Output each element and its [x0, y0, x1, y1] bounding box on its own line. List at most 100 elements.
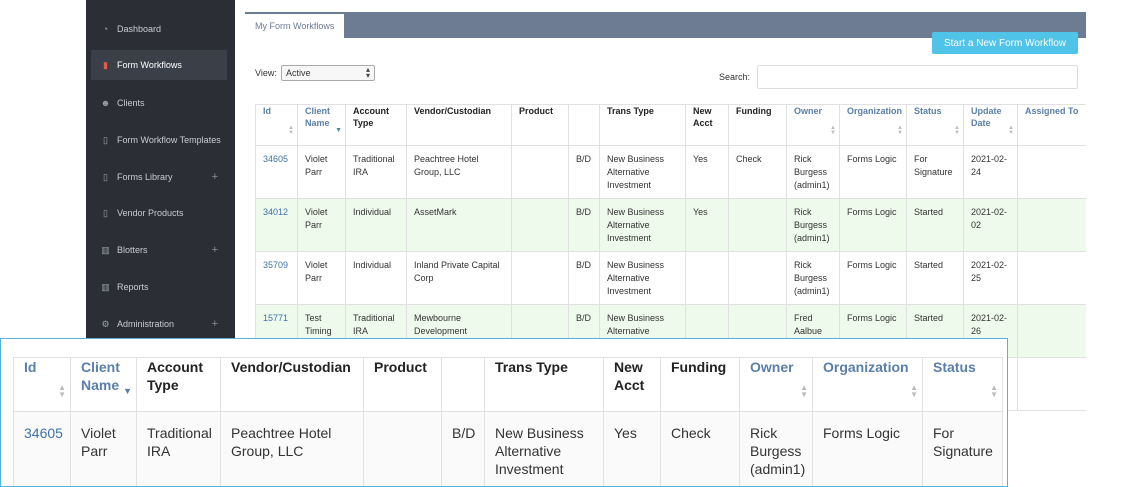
cell-organization: Forms Logic: [839, 145, 907, 199]
cell-product: [363, 411, 442, 486]
cell-status: Started: [906, 251, 964, 305]
cell-update-date: 2021-02-02: [963, 198, 1018, 252]
cell-id[interactable]: 34012: [255, 198, 298, 252]
sidebar-item-label: Dashboard: [117, 24, 162, 34]
cell-id[interactable]: 34605: [255, 145, 298, 199]
sidebar-item-label: Form Workflows: [117, 60, 182, 70]
expand-plus-icon[interactable]: +: [212, 318, 218, 330]
workflow-id-link[interactable]: 34605: [263, 154, 288, 164]
sort-desc-icon: ▼: [123, 386, 132, 396]
column-header-organization[interactable]: Organization ▲ ▼: [839, 104, 907, 146]
sidebar-item-form-workflow-templates[interactable]: ▯ Form Workflow Templates: [91, 125, 227, 155]
workflow-id-link[interactable]: 34012: [263, 207, 288, 217]
column-header-client-name[interactable]: Client Name ▼: [70, 357, 137, 412]
sidebar-item-administration[interactable]: ⚙ Administration +: [91, 309, 227, 339]
workflow-id-link[interactable]: 35709: [263, 260, 288, 270]
cell-account-type: Traditional IRA: [345, 145, 407, 199]
cell-assigned-to: [1017, 145, 1086, 199]
cell-funding: Check: [728, 145, 787, 199]
column-header-owner[interactable]: Owner ▲ ▼: [786, 104, 840, 146]
cell-trans-type: New Business Alternative Investment: [599, 251, 686, 305]
cell-status: Started: [906, 198, 964, 252]
cell-assigned-to: [1017, 251, 1086, 305]
cell-product: [511, 198, 569, 252]
sort-icon: ▲ ▼: [897, 125, 903, 136]
cell-bd: B/D: [568, 251, 600, 305]
select-arrows-icon: ▴ ▾: [365, 65, 370, 80]
column-header-product: Product: [511, 104, 569, 146]
cell-client: Violet Parr: [297, 251, 346, 305]
cell-vendor: Peachtree Hotel Group, LLC: [220, 411, 364, 486]
sidebar-item-forms-library[interactable]: ▯ Forms Library +: [91, 162, 227, 192]
start-new-form-workflow-button[interactable]: Start a New Form Workflow: [932, 32, 1078, 54]
cell-new-acct: Yes: [603, 411, 661, 486]
users-icon: ☻: [100, 98, 111, 108]
sidebar-item-label: Form Workflow Templates: [117, 135, 221, 145]
cell-id[interactable]: 34605: [13, 411, 71, 486]
cell-new-acct: [685, 251, 729, 305]
table-header-row: Id ▲ ▼ Client Name ▼ Account Type Vendor/Cu…: [13, 357, 1003, 412]
column-header-id[interactable]: Id ▲ ▼: [255, 104, 298, 146]
column-header-assigned-to[interactable]: Assigned To: [1017, 104, 1086, 146]
expand-plus-icon[interactable]: +: [212, 244, 218, 256]
sidebar-item-vendor-products[interactable]: ▯ Vendor Products: [91, 198, 227, 228]
view-select-value: Active: [286, 68, 311, 78]
sort-icon: ▲ ▼: [288, 125, 294, 136]
bar-chart-icon: ▥: [101, 281, 110, 292]
sidebar-item-dashboard[interactable]: ◔ Dashboard: [91, 14, 227, 44]
column-header-update-date[interactable]: Update Date ▲ ▼: [963, 104, 1018, 146]
cell-update-date: 2021-02-24: [963, 145, 1018, 199]
column-header-organization[interactable]: Organization ▲ ▼: [812, 357, 923, 412]
cell-assigned-to: [1017, 357, 1086, 411]
column-header-funding: Funding: [728, 104, 787, 146]
column-header-new-acct: New Acct: [685, 104, 729, 146]
table-row[interactable]: 34605 Violet Parr Traditional IRA Peacht…: [255, 145, 1086, 199]
cell-vendor: AssetMark: [406, 198, 512, 252]
cell-vendor: Peachtree Hotel Group, LLC: [406, 145, 512, 199]
sort-icon: ▲ ▼: [910, 383, 918, 399]
column-header-id[interactable]: Id ▲ ▼: [13, 357, 71, 412]
sidebar-item-reports[interactable]: ▥ Reports: [91, 272, 227, 302]
expand-plus-icon[interactable]: +: [212, 171, 218, 183]
sidebar-item-clients[interactable]: ☻ Clients: [91, 88, 227, 118]
bar-chart-icon: ▥: [101, 244, 110, 255]
cell-funding: [728, 198, 787, 252]
column-header-status[interactable]: Status ▲ ▼: [906, 104, 964, 146]
cell-bd: B/D: [441, 411, 485, 486]
cell-organization: Forms Logic: [812, 411, 923, 486]
cell-bd: B/D: [568, 145, 600, 199]
cell-owner: Rick Burgess (admin1): [786, 145, 840, 199]
column-header-vendor: Vendor/Custodian: [406, 104, 512, 146]
cell-id[interactable]: 35709: [255, 251, 298, 305]
column-header-vendor: Vendor/Custodian: [220, 357, 364, 412]
column-header-account-type: Account Type: [136, 357, 221, 412]
cell-organization: Forms Logic: [839, 251, 907, 305]
tab-my-form-workflows[interactable]: My Form Workflows: [245, 14, 345, 38]
sidebar-item-form-workflows[interactable]: ▮ Form Workflows: [91, 50, 227, 80]
file-icon: ▯: [103, 171, 108, 182]
workflow-id-link[interactable]: 34605: [24, 425, 63, 441]
sidebar-item-label: Clients: [117, 98, 145, 108]
cell-trans-type: New Business Alternative Investment: [484, 411, 604, 486]
sidebar-item-blotters[interactable]: ▥ Blotters +: [91, 235, 227, 265]
sort-icon: ▲ ▼: [954, 125, 960, 136]
column-header-client-name[interactable]: Client Name ▼: [297, 104, 346, 146]
search-input[interactable]: [757, 65, 1078, 89]
table-row[interactable]: 34605 Violet Parr Traditional IRA Peacht…: [13, 411, 1003, 486]
workflow-id-link[interactable]: 15771: [263, 313, 288, 323]
view-select[interactable]: Active ▴ ▾: [281, 65, 375, 81]
search-label: Search:: [719, 72, 751, 82]
column-header-blank: [568, 104, 600, 146]
cell-trans-type: New Business Alternative Investment: [599, 145, 686, 199]
cell-organization: Forms Logic: [839, 198, 907, 252]
sidebar-item-label: Reports: [117, 282, 149, 292]
table-row[interactable]: 35709 Violet Parr Individual Inland Priv…: [255, 251, 1086, 305]
table-header-row: Id ▲ ▼ Client Name ▼ Account Type Vendor/Cu…: [255, 104, 1086, 146]
cell-assigned-to: [1017, 304, 1086, 358]
column-header-status[interactable]: Status ▲ ▼: [922, 357, 1003, 412]
table-row[interactable]: 34012 Violet Parr Individual AssetMark B…: [255, 198, 1086, 252]
sort-icon: ▲ ▼: [990, 383, 998, 399]
cell-owner: Rick Burgess (admin1): [786, 251, 840, 305]
column-header-owner[interactable]: Owner ▲ ▼: [739, 357, 813, 412]
cell-assigned-to: [1017, 198, 1086, 252]
